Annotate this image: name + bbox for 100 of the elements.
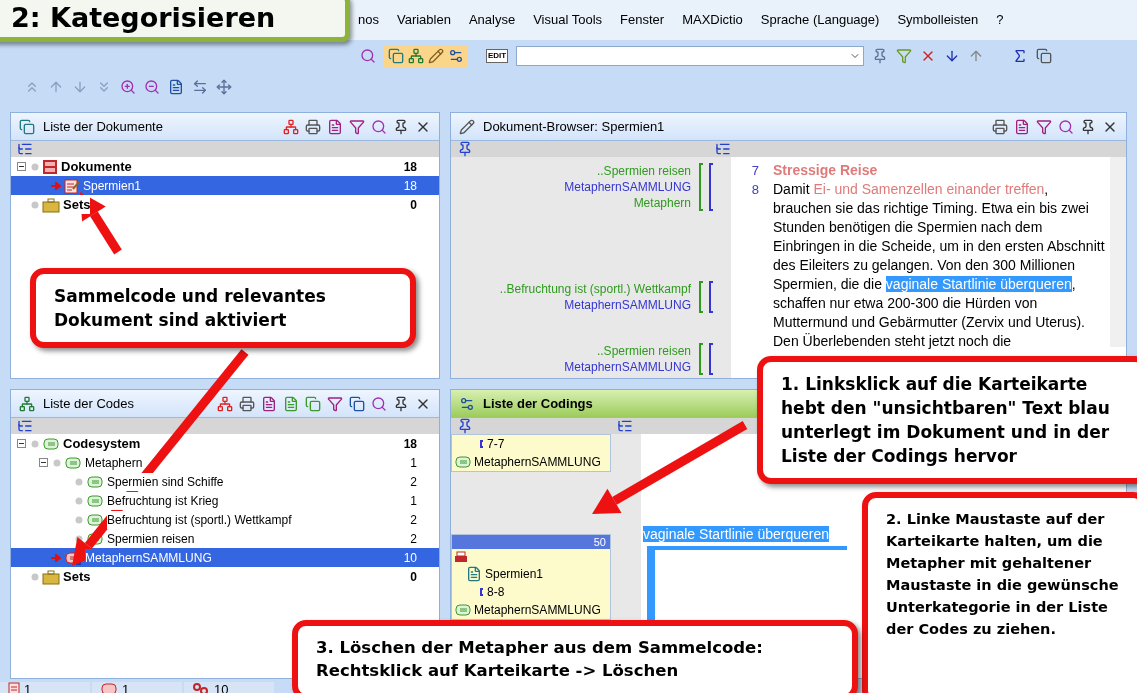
menu-item[interactable]: Fenster [620,10,665,30]
coding-bracket-icon [697,343,715,375]
list-icon[interactable] [715,141,731,157]
cabinet-icon [42,158,58,175]
menu-item[interactable]: Analyse [468,10,516,30]
tree-icon[interactable] [408,48,424,64]
export-icon[interactable] [327,118,343,135]
tree-row[interactable]: MetaphernSAMMLUNG 10 [11,548,439,567]
search-icon[interactable] [371,395,387,412]
menu-item[interactable]: nos [358,10,379,30]
menu-item[interactable]: Visual Tools [533,10,603,30]
collapse-icon[interactable] [39,458,48,467]
menu-item[interactable]: ? [996,10,1004,30]
search-icon[interactable] [371,118,387,135]
pin-icon[interactable] [393,118,409,135]
tree-icon[interactable] [17,141,33,157]
tree-row[interactable]: Befruchtung ist (sportl.) Wettkampf 2 [11,510,439,529]
printer-icon [454,551,468,565]
pencil-icon[interactable] [459,118,475,135]
callout-text: 3. Löschen der Metapher aus dem Sammelcode: Rechtsklick auf Karteikarte -> Löschen [316,638,763,680]
tree-label: Spermien sind Schiffe [107,472,224,491]
zoom-in-icon[interactable] [120,79,136,95]
panel-title: Liste der Codes [43,394,135,413]
document-icon[interactable] [466,566,482,582]
count: 2 [410,511,417,529]
code-input-field[interactable] [516,46,865,66]
tag-icon [86,511,104,528]
tag-icon [454,602,472,618]
status-count: 1 [122,682,130,693]
printer-icon[interactable] [992,118,1008,135]
code-label[interactable]: MetaphernSAMMLUNG [564,179,691,195]
menu-item[interactable]: MAXDictio [682,10,743,30]
callout-text: 1. Linksklick auf die Karteikarte hebt den "unsichtbaren" Text blau unterlegt im Dokument und in der Liste der Codings hervor [781,374,1110,466]
document-icon [8,682,20,693]
coding-card[interactable]: 7-7 MetaphernSAMMLUNG [451,434,611,472]
codings-icon[interactable] [448,48,464,64]
codings-icon[interactable] [459,395,475,412]
copy-icon[interactable] [305,395,321,412]
export-icon[interactable] [1014,118,1030,135]
scrollbar[interactable] [1110,157,1126,347]
printer-icon[interactable] [305,118,321,135]
filter-icon[interactable] [327,395,343,412]
tree-row[interactable]: Codesystem 18 [11,434,439,453]
page-icon[interactable] [168,79,184,95]
filter-icon[interactable] [349,118,365,135]
count: 1 [410,492,417,510]
pages-icon[interactable] [1036,48,1053,64]
coding-bracket-icon [697,163,715,211]
panel-title: Dokument-Browser: Spermien1 [483,117,665,136]
pin-icon[interactable] [457,141,473,157]
menu-item[interactable]: Variablen [396,10,451,30]
tree-row[interactable]: Befruchtung ist Krieg 1 [11,491,439,510]
tree-row[interactable]: Spermien sind Schiffe 2 [11,472,439,491]
pin-icon[interactable] [393,395,409,412]
count: 0 [410,568,417,586]
node-dot-icon [29,162,39,171]
count: 18 [403,177,417,195]
pages-icon[interactable] [19,118,35,135]
pin-icon[interactable] [1080,118,1096,135]
coded-text: vaginale Startlinie überqueren [643,526,829,542]
menu-item[interactable]: Sprache (Language) [760,10,880,30]
count: 0 [410,196,417,214]
callout-text: Sammelcode und relevantes Dokument sind aktiviert [54,286,326,330]
coding-card[interactable]: 50 Spermien1 8-8 MetaphernSAMMLUNG [451,534,611,620]
tree-row[interactable]: Spermien1 18 [11,176,439,195]
new-code-icon[interactable] [283,395,299,412]
collapse-icon[interactable] [17,439,26,448]
code-label[interactable]: MetaphernSAMMLUNG [564,359,691,375]
list-icon[interactable] [617,418,633,434]
tree-label: Befruchtung ist (sportl.) Wettkampf [107,510,292,529]
search-icon[interactable] [360,48,376,64]
zoom-out-icon[interactable] [144,79,160,95]
node-dot-icon [29,572,39,581]
tree-row[interactable]: Sets 0 [11,195,439,214]
tree-row[interactable]: Dokumente 18 [11,157,439,176]
export-icon[interactable] [261,395,277,412]
arrow-marker-icon [51,181,61,190]
tree-row[interactable]: Metaphern 1 [11,453,439,472]
tree-icon[interactable] [17,418,33,434]
collapse-icon[interactable] [17,162,26,171]
fit-width-icon[interactable] [192,79,208,95]
pencil-icon[interactable] [428,48,444,64]
menu-item[interactable]: Symbolleisten [897,10,979,30]
tree-row[interactable]: Sets 0 [11,567,439,586]
pages-icon[interactable] [388,48,404,64]
code-label[interactable]: MetaphernSAMMLUNG [564,297,691,313]
coding-bracket-icon [697,281,715,313]
printer-icon[interactable] [239,395,255,412]
filter-icon[interactable] [1036,118,1052,135]
paragraph: Stressige Reise [773,161,879,180]
fit-page-icon[interactable] [216,79,232,95]
search-icon[interactable] [1058,118,1074,135]
tree-icon[interactable] [19,395,35,412]
paragraph: Damit Ei- und Samenzellen einander treffen, brauchen sie das richtige Timing. Etwa ein bis zwei Stunden benötigen die Spermien nach dem Einbringen in die Scheide, um in den ersten Abschnitt des Eileiters zu gelangen. Von den 300 Millionen Spermien, die die vaginale Startlinie überqueren, schaffen nur etwa 200-300 die Hürden von Muttermund und Gebärmutter (Zervix und Uterus). Den Überlebenden steht jetzt noch die [773,180,1106,351]
briefcase-icon [42,568,60,585]
pin-icon[interactable] [457,418,473,434]
node-dot-icon [29,439,39,448]
edit-label[interactable]: EDIT [486,49,509,63]
count: 10 [403,549,417,567]
arrow-marker-icon [51,553,61,562]
